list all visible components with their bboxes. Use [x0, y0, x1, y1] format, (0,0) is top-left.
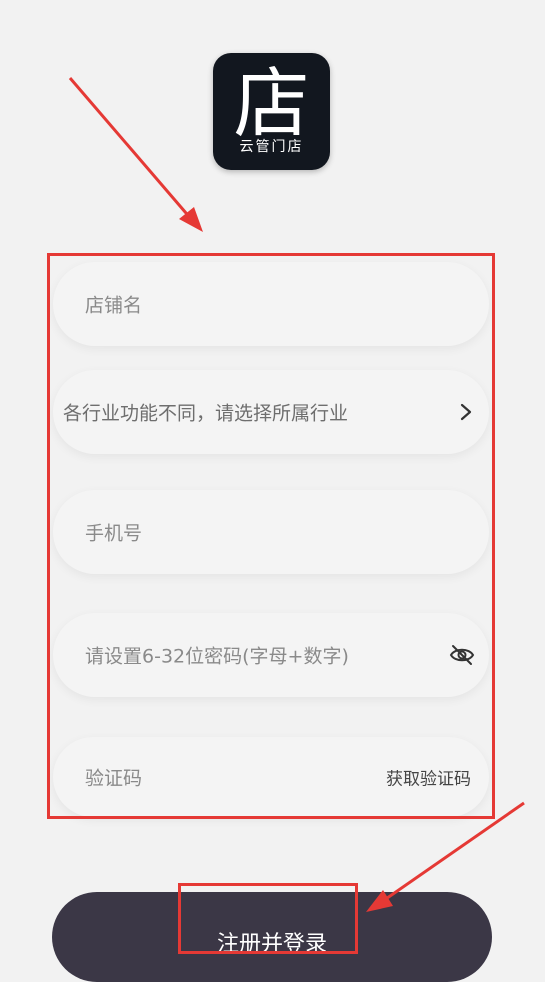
register-login-label: 注册并登录 [216, 932, 327, 957]
logo-caption: 云管门店 [239, 139, 304, 155]
verification-code-field[interactable]: 验证码 获取验证码 [53, 737, 489, 817]
get-code-button[interactable]: 获取验证码 [386, 765, 471, 790]
eye-off-icon[interactable] [449, 644, 475, 666]
store-name-placeholder: 店铺名 [85, 294, 143, 317]
register-login-button[interactable]: 注册并登录 [52, 892, 492, 982]
phone-placeholder: 手机号 [85, 522, 143, 545]
phone-field[interactable]: 手机号 [53, 490, 489, 574]
logo-glyph: 店 [233, 59, 310, 148]
password-field[interactable]: 请设置6-32位密码(字母+数字) [53, 613, 489, 697]
store-name-field[interactable]: 店铺名 [53, 262, 489, 346]
code-placeholder: 验证码 [85, 767, 143, 790]
industry-select[interactable]: 各行业功能不同，请选择所属行业 [53, 370, 489, 454]
app-logo: 店 云管门店 [213, 53, 330, 170]
top-annotation-arrow [68, 77, 203, 232]
password-placeholder: 请设置6-32位密码(字母+数字) [85, 645, 349, 668]
chevron-right-icon [460, 403, 472, 421]
industry-placeholder: 各行业功能不同，请选择所属行业 [63, 402, 349, 425]
